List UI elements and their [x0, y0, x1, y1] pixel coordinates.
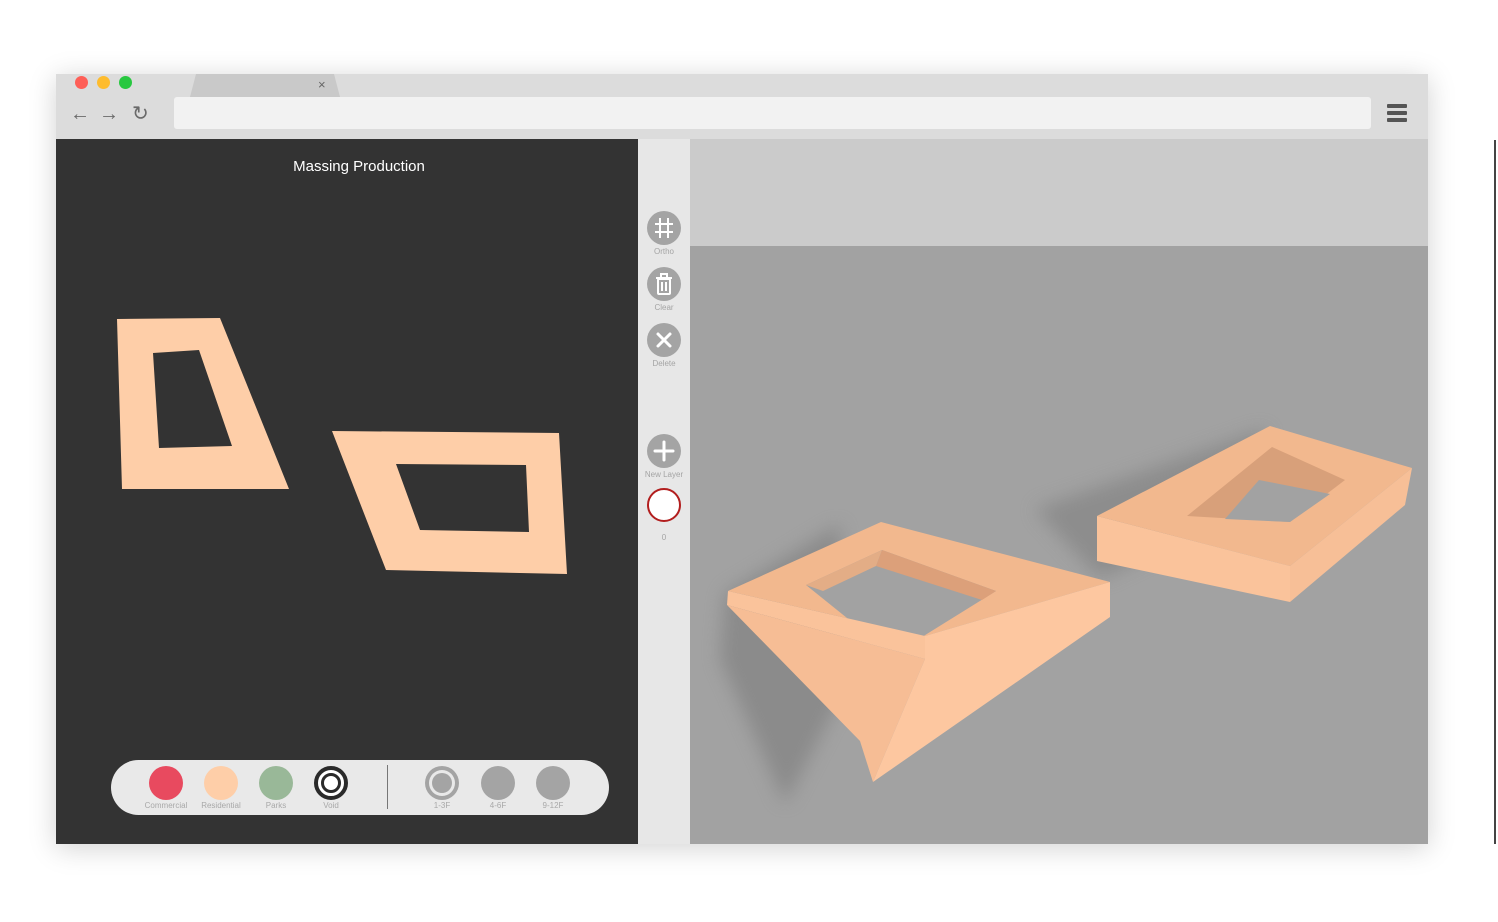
ortho-label: Ortho: [653, 247, 674, 256]
plan-shape-2: [332, 431, 567, 574]
clear-button[interactable]: [647, 267, 681, 301]
residential-swatch[interactable]: [204, 766, 238, 800]
plan-shape-1: [117, 318, 289, 489]
massing-block-2: [1097, 426, 1412, 602]
height-9-12f-label: 9-12F: [542, 801, 564, 810]
commercial-swatch[interactable]: [149, 766, 183, 800]
layer-count: 0: [661, 533, 667, 542]
forward-arrow-icon[interactable]: →: [99, 102, 119, 126]
type-palette: Commercial Residential Parks Void 1-3F 4…: [111, 760, 609, 815]
3d-scene: [720, 426, 1412, 804]
close-icon: [656, 332, 672, 348]
void-label: Void: [323, 801, 339, 810]
reload-icon[interactable]: ↻: [132, 102, 149, 126]
tool-sidebar: Ortho Clear Delete New Layer 0: [638, 139, 690, 844]
tab-close-icon[interactable]: ×: [318, 78, 326, 92]
ortho-button[interactable]: [647, 211, 681, 245]
new-layer-button[interactable]: [647, 434, 681, 468]
parks-swatch[interactable]: [259, 766, 293, 800]
palette-divider: [387, 765, 388, 809]
layer-0-button[interactable]: [647, 488, 681, 522]
plan-canvas[interactable]: Massing Production Commercial Residentia…: [56, 139, 638, 844]
browser-window: × ← → ↻ Massing Production Commercial Re…: [56, 74, 1428, 844]
back-arrow-icon[interactable]: ←: [70, 102, 90, 126]
plan-drawing[interactable]: [56, 139, 638, 844]
void-swatch[interactable]: [314, 766, 348, 800]
browser-chrome: × ← → ↻: [56, 74, 1428, 139]
trash-icon: [656, 273, 672, 295]
delete-label: Delete: [652, 359, 676, 368]
delete-button[interactable]: [647, 323, 681, 357]
new-layer-label: New Layer: [644, 470, 684, 479]
minimize-window-dot[interactable]: [97, 76, 110, 89]
clear-label: Clear: [654, 303, 674, 312]
address-bar[interactable]: [174, 97, 1371, 129]
close-window-dot[interactable]: [75, 76, 88, 89]
height-1-3f-swatch[interactable]: [425, 766, 459, 800]
hamburger-menu-icon[interactable]: [1387, 104, 1407, 125]
ortho-icon: [655, 218, 673, 238]
3d-viewport[interactable]: [690, 139, 1428, 844]
height-4-6f-swatch[interactable]: [481, 766, 515, 800]
page-scrollbar[interactable]: [1494, 140, 1496, 844]
plus-icon: [653, 440, 675, 462]
height-9-12f-swatch[interactable]: [536, 766, 570, 800]
maximize-window-dot[interactable]: [119, 76, 132, 89]
